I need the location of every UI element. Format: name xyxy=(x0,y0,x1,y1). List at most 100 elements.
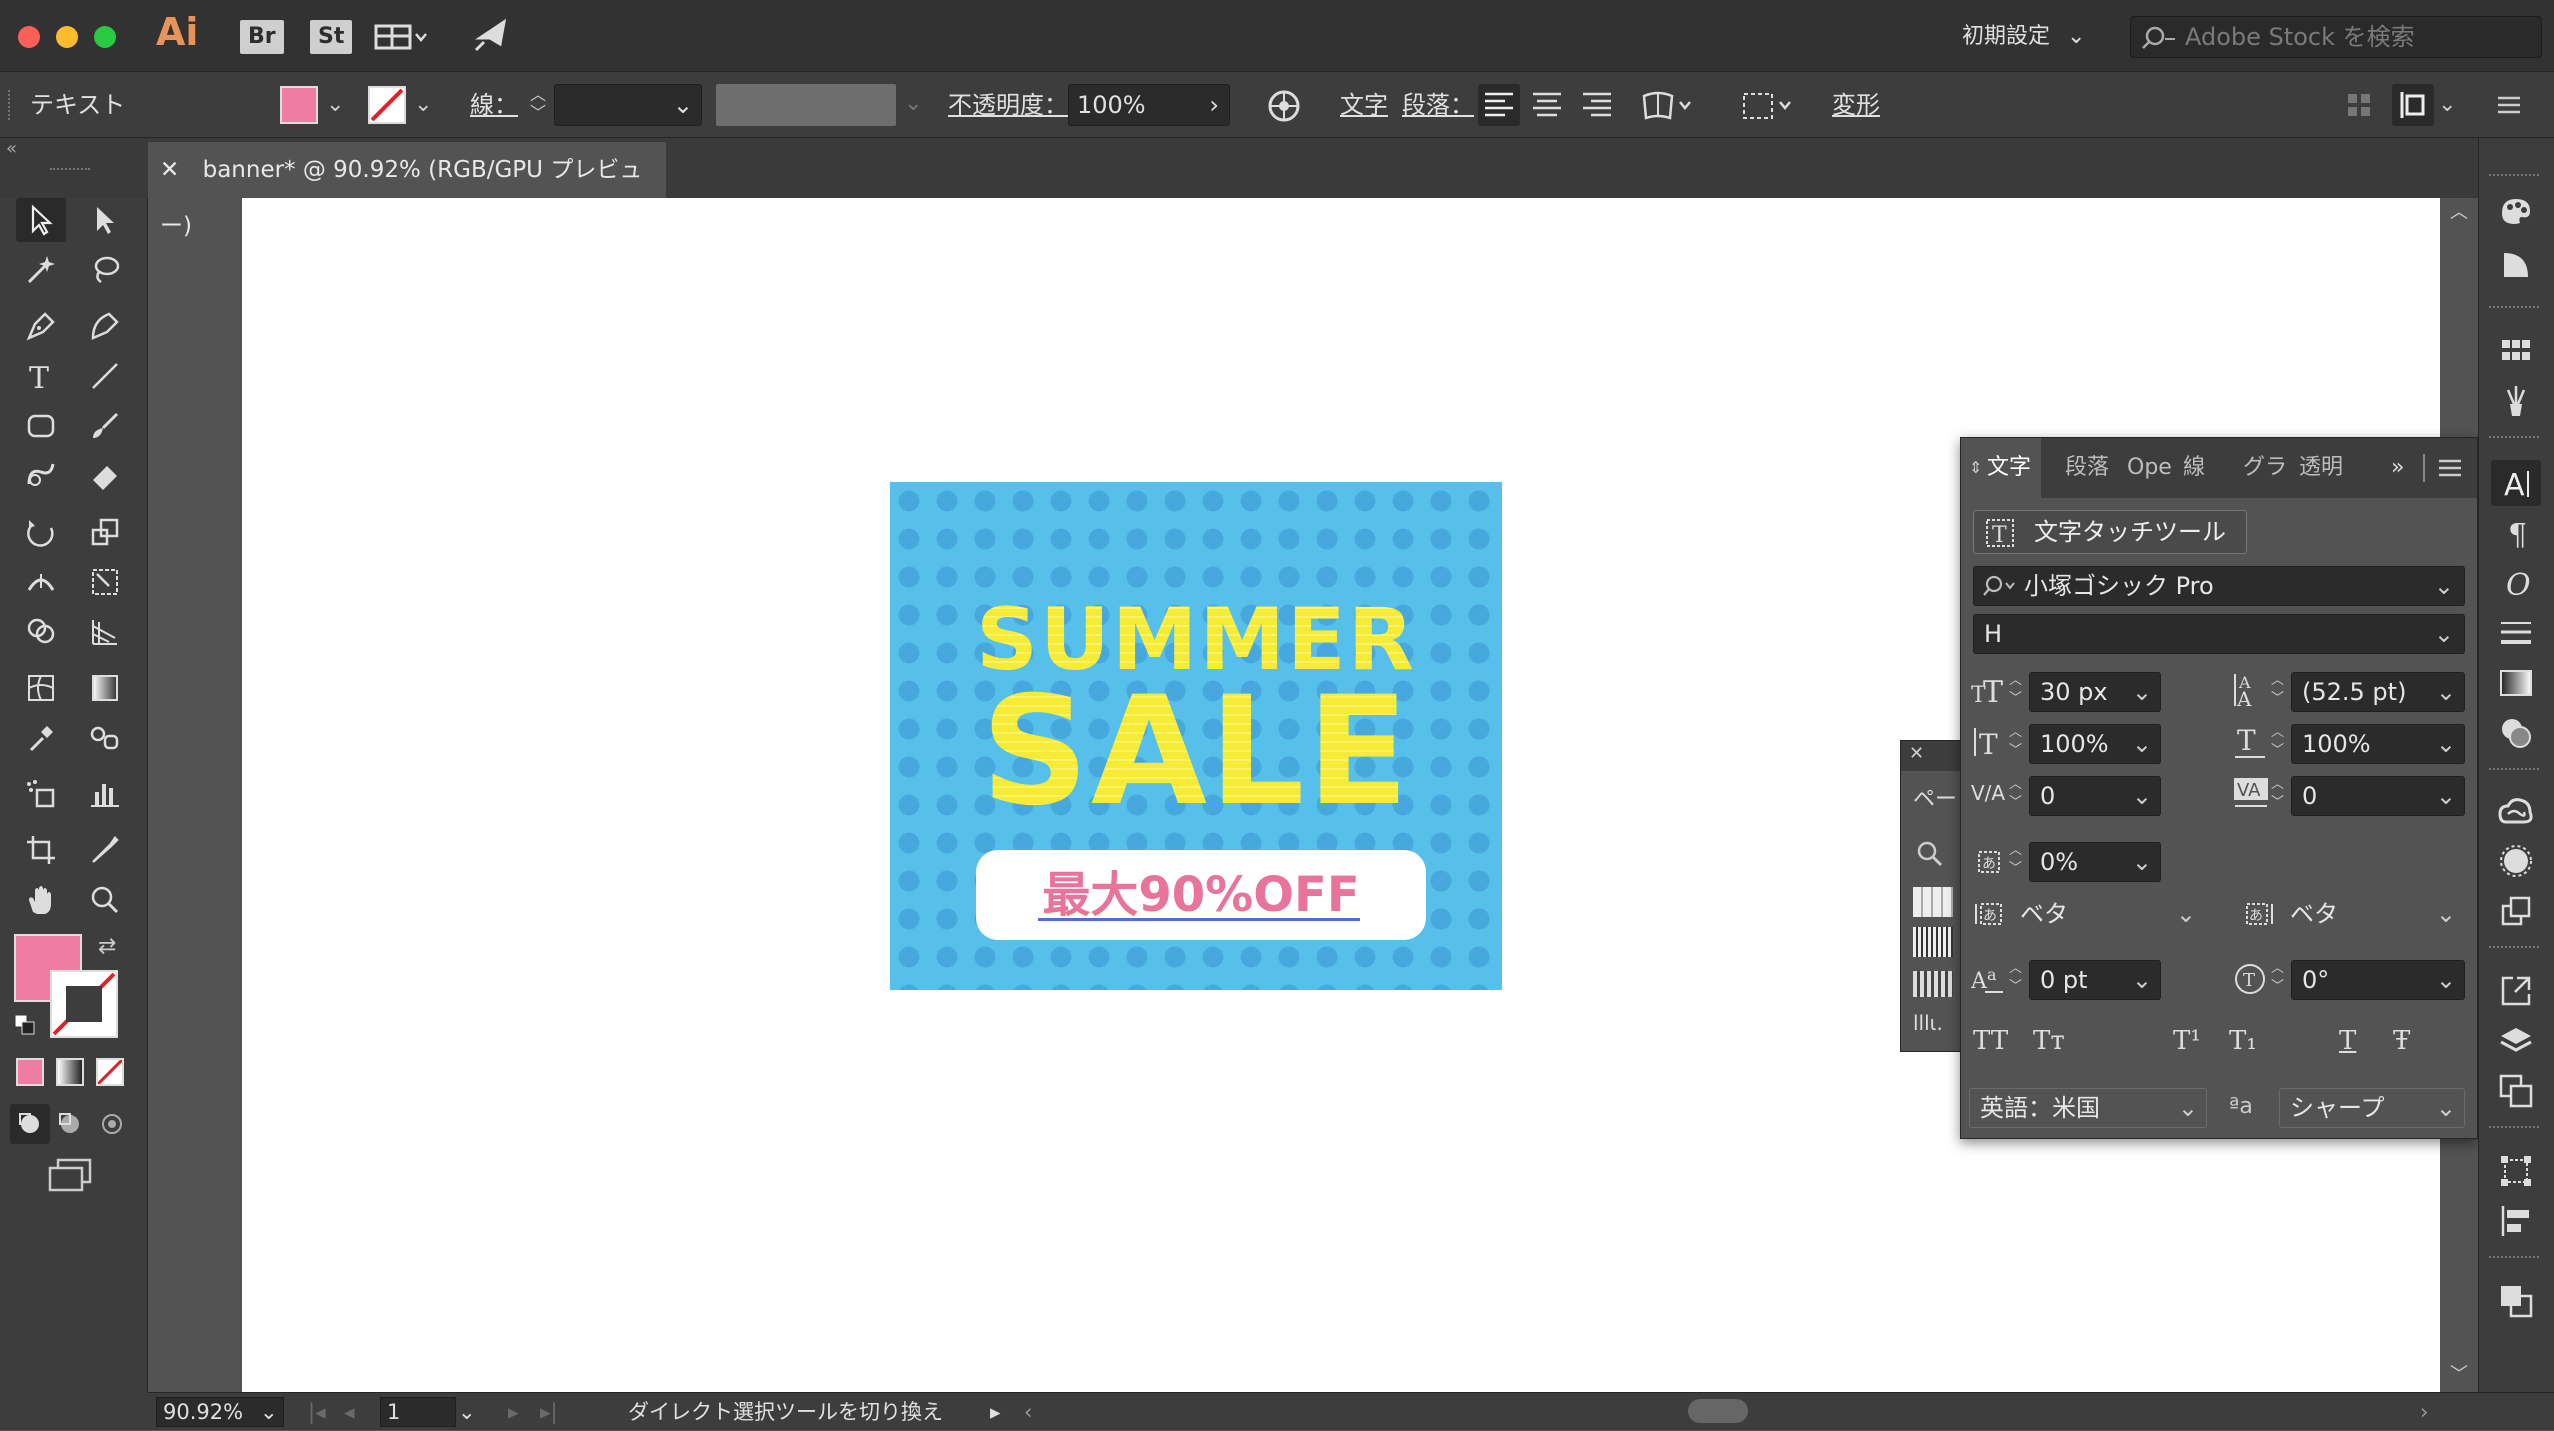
column-graph-tool[interactable] xyxy=(80,772,130,816)
paragraph-link[interactable]: 段落： xyxy=(1402,72,1474,138)
leading-stepper[interactable]: ︿ ﹀ xyxy=(2271,672,2289,712)
blend-tool[interactable] xyxy=(80,716,130,760)
vertical-scale-field[interactable]: 100% ⌄ xyxy=(2029,724,2161,764)
warp-icon[interactable] xyxy=(1640,88,1696,124)
hand-tool[interactable] xyxy=(16,878,66,922)
pathfinder-icon[interactable] xyxy=(2491,1278,2541,1324)
first-artboard-icon[interactable]: |◂ xyxy=(308,1393,326,1431)
artboard-tool[interactable] xyxy=(16,828,66,872)
transform-panel-icon[interactable] xyxy=(2491,1148,2541,1194)
font-family-field[interactable]: 小塚ゴシック Pro ⌄ xyxy=(1973,566,2465,606)
chevron-down-icon[interactable]: ⌄ xyxy=(2438,86,2456,124)
sale-banner-artwork[interactable]: SUMMER SALE 最大90%OFF xyxy=(890,482,1502,990)
align-right-button[interactable] xyxy=(1576,84,1618,126)
touch-type-tool-button[interactable]: T 文字タッチツール xyxy=(1973,510,2247,554)
tab-transparency[interactable]: 透明 xyxy=(2299,438,2343,498)
banner-sale-text[interactable]: SALE xyxy=(890,677,1502,827)
stroke-weight-stepper[interactable]: ︿ ﹀ xyxy=(528,86,548,126)
dock-grip[interactable] xyxy=(2489,174,2539,180)
align-to-icon[interactable] xyxy=(2392,84,2434,126)
panel-menu-icon[interactable] xyxy=(2437,456,2463,480)
kerning-field[interactable]: 0 ⌄ xyxy=(2029,776,2161,816)
draw-normal-icon[interactable] xyxy=(10,1104,50,1144)
toolbar-grip[interactable] xyxy=(50,168,90,176)
swap-fill-stroke-icon[interactable]: ⇄ xyxy=(98,934,116,959)
tracking-stepper[interactable]: ︿ ﹀ xyxy=(2271,776,2289,816)
stroke-weight-field[interactable]: ⌄ xyxy=(554,84,702,126)
scroll-down-icon[interactable]: ﹀ xyxy=(2450,1360,2468,1386)
language-select[interactable]: 英語：米国 ⌄ xyxy=(1969,1088,2207,1128)
gradient-panel-icon[interactable] xyxy=(2491,660,2541,706)
pattern-thumb-icon[interactable] xyxy=(1913,927,1953,957)
color-guide-icon[interactable] xyxy=(2491,242,2541,288)
tab-gradient[interactable]: グラ xyxy=(2243,438,2287,498)
character-link[interactable]: 文字 xyxy=(1340,72,1388,138)
close-window-button[interactable] xyxy=(18,26,40,48)
minimize-window-button[interactable] xyxy=(56,26,78,48)
expand-panels-icon[interactable]: » xyxy=(2391,438,2404,498)
eyedropper-tool[interactable] xyxy=(16,716,66,760)
creative-cloud-libraries-icon[interactable] xyxy=(2491,788,2541,834)
antialias-select[interactable]: シャープ ⌄ xyxy=(2279,1088,2465,1128)
scroll-right-icon[interactable]: › xyxy=(2420,1393,2428,1431)
tracking-field[interactable]: 0 ⌄ xyxy=(2291,776,2465,816)
vertical-scale-stepper[interactable]: ︿ ﹀ xyxy=(2009,724,2027,764)
fill-color-swatch[interactable] xyxy=(280,86,318,124)
color-mode-button[interactable] xyxy=(16,1058,44,1086)
baseline-shift-stepper[interactable]: ︿ ﹀ xyxy=(2009,960,2027,1000)
next-artboard-icon[interactable]: ▸ xyxy=(508,1393,519,1431)
line-segment-tool[interactable] xyxy=(80,354,130,398)
transparency-panel-icon[interactable] xyxy=(2491,710,2541,756)
artboards-icon[interactable] xyxy=(2491,1068,2541,1114)
library-icon[interactable]: lllι. xyxy=(1913,1011,1943,1035)
symbol-sprayer-tool[interactable] xyxy=(16,772,66,816)
aki-right-field[interactable]: ベタ ⌄ xyxy=(2279,894,2465,934)
eraser-tool[interactable] xyxy=(80,454,130,498)
appearance-icon[interactable] xyxy=(2491,838,2541,884)
zoom-tool[interactable] xyxy=(80,878,130,922)
baseline-shift-field[interactable]: 0 pt ⌄ xyxy=(2029,960,2161,1000)
opacity-label[interactable]: 不透明度： xyxy=(948,72,1068,138)
selection-tool[interactable] xyxy=(16,198,66,242)
none-mode-button[interactable] xyxy=(96,1058,124,1086)
stroke-swatch[interactable] xyxy=(50,970,118,1038)
brushes-icon[interactable] xyxy=(2491,378,2541,424)
rotation-field[interactable]: 0° ⌄ xyxy=(2291,960,2465,1000)
bridge-button[interactable]: Br xyxy=(240,20,284,54)
chevron-down-icon[interactable]: ⌄ xyxy=(260,1393,278,1431)
pattern-thumb-icon[interactable] xyxy=(1913,971,1953,997)
stroke-color-swatch[interactable] xyxy=(368,86,406,124)
scroll-up-icon[interactable]: ︿ xyxy=(2450,198,2468,224)
horizontal-scale-field[interactable]: 100% ⌄ xyxy=(2291,724,2465,764)
superscript-button[interactable]: T¹ xyxy=(2173,1026,2201,1056)
strikethrough-button[interactable]: Ŧ xyxy=(2393,1026,2410,1056)
underline-button[interactable]: T xyxy=(2339,1026,2356,1056)
paintbrush-tool[interactable] xyxy=(80,404,130,448)
align-left-button[interactable] xyxy=(1478,84,1520,126)
swatches-icon[interactable] xyxy=(2491,328,2541,374)
layers-icon[interactable] xyxy=(2491,1018,2541,1064)
tsume-field[interactable]: 0% ⌄ xyxy=(2029,842,2161,882)
isolate-icon[interactable] xyxy=(2346,92,2372,118)
export-icon[interactable] xyxy=(2491,968,2541,1014)
stock-search-field[interactable]: Adobe Stock を検索 xyxy=(2130,16,2542,58)
stroke-panel-icon[interactable] xyxy=(2491,610,2541,656)
free-transform-tool[interactable] xyxy=(80,560,130,604)
grip-handle[interactable] xyxy=(8,90,14,120)
previous-artboard-icon[interactable]: ◂ xyxy=(344,1393,355,1431)
tab-opentype[interactable]: Ope xyxy=(2127,438,2172,498)
perspective-grid-tool[interactable] xyxy=(80,610,130,654)
close-icon[interactable]: ✕ xyxy=(1909,743,1924,764)
shape-builder-tool[interactable] xyxy=(16,610,66,654)
recolor-artwork-icon[interactable] xyxy=(1266,88,1302,124)
scale-tool[interactable] xyxy=(80,510,130,554)
rotate-tool[interactable] xyxy=(16,510,66,554)
curvature-tool[interactable] xyxy=(80,304,130,348)
panel-menu-icon[interactable] xyxy=(2494,90,2524,120)
leading-field[interactable]: (52.5 pt) ⌄ xyxy=(2291,672,2465,712)
character-panel-icon[interactable]: A xyxy=(2491,460,2541,506)
transform-bounds-icon[interactable] xyxy=(1740,88,1796,124)
paragraph-panel-icon[interactable]: ¶ xyxy=(2491,510,2541,556)
stroke-label[interactable]: 線： xyxy=(470,72,518,138)
collapse-toolbar-icon[interactable]: « xyxy=(6,138,17,159)
